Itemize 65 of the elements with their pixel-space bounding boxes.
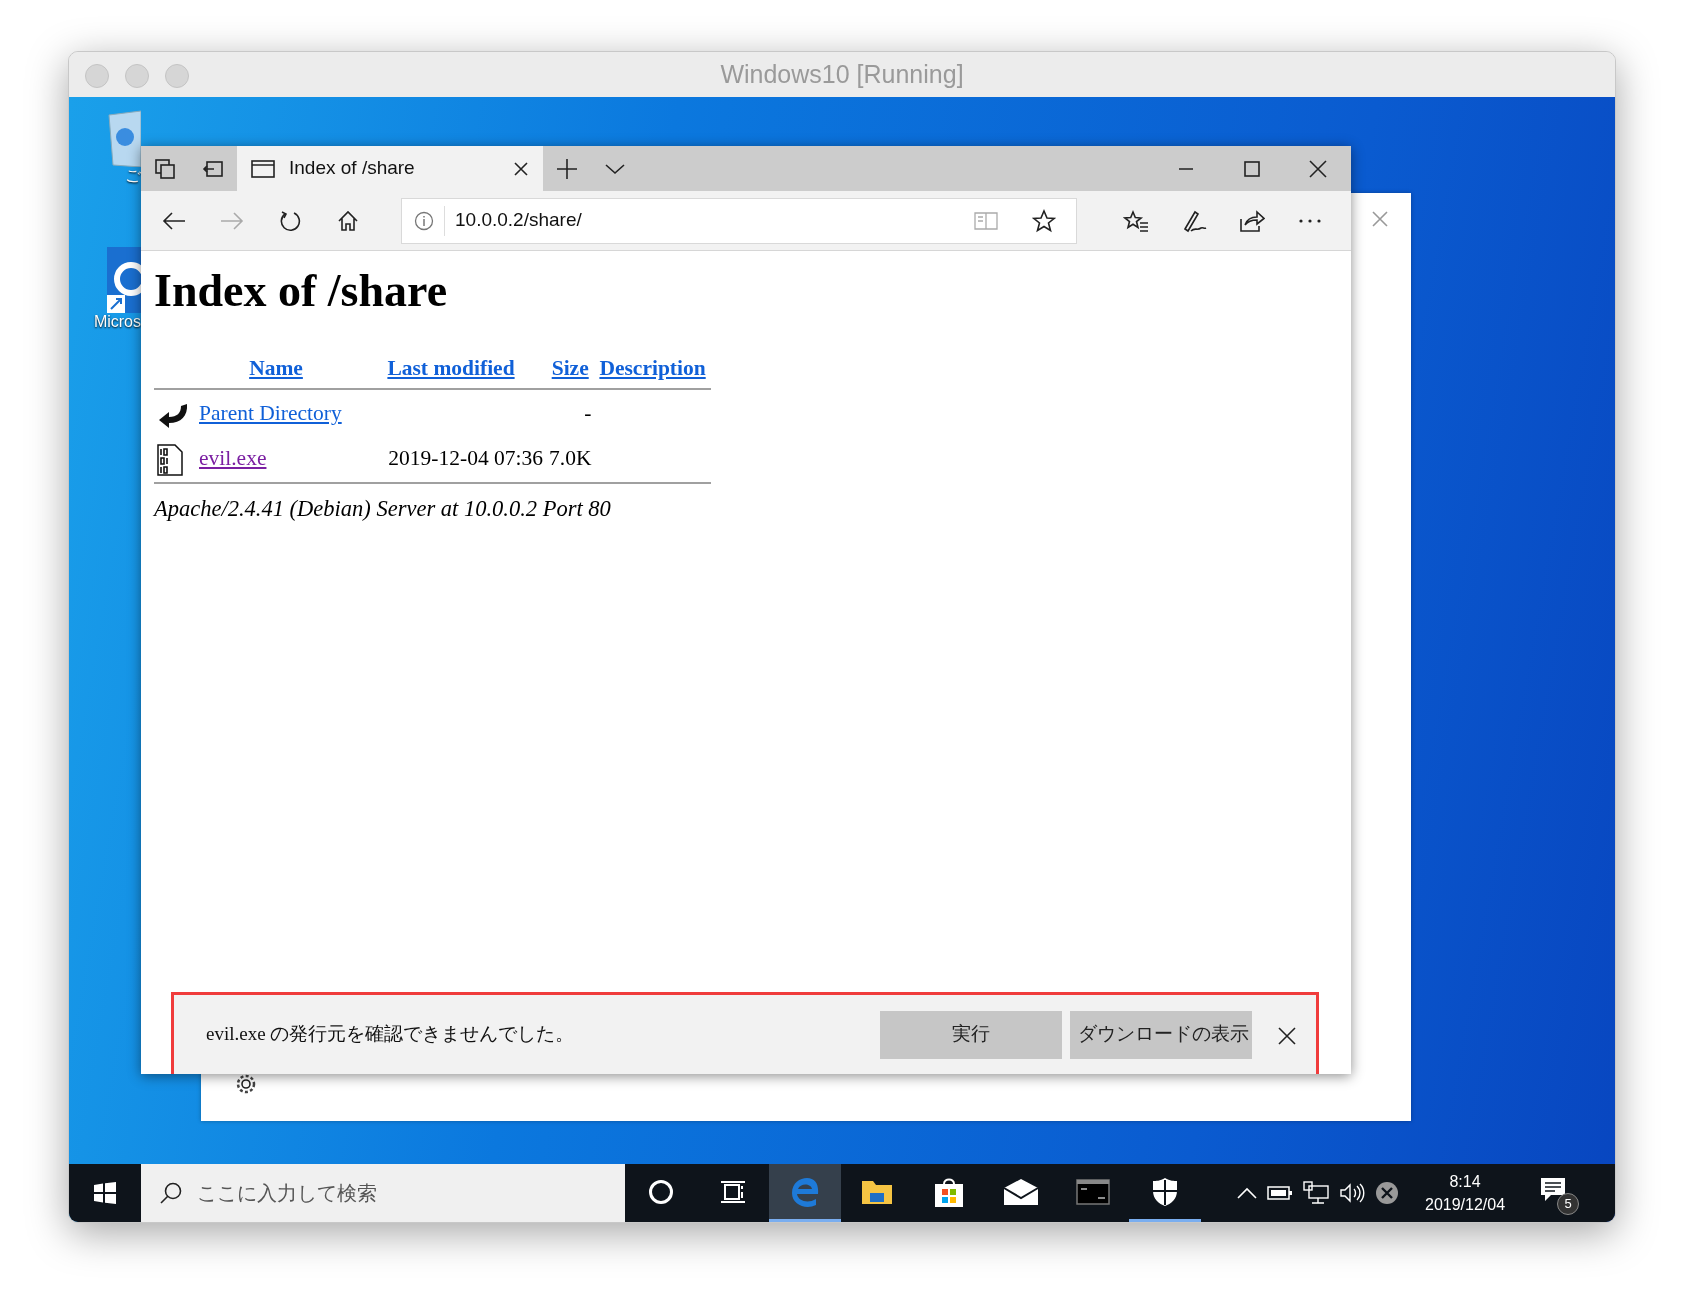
close-icon	[1309, 159, 1327, 178]
address-bar[interactable]: 10.0.0.2/share/	[401, 197, 1077, 244]
chevron-up-icon	[1237, 1187, 1257, 1199]
shield-icon	[1152, 1176, 1178, 1207]
chevron-down-icon	[605, 162, 625, 175]
recycle-bin-icon	[107, 109, 141, 167]
search-icon	[159, 1181, 183, 1205]
column-header-link[interactable]: Last modified	[387, 356, 515, 381]
maximize-icon	[1244, 160, 1260, 177]
close-icon	[513, 160, 529, 177]
download-message: evil.exe の発行元を確認できませんでした。	[206, 1022, 576, 1047]
url-text: 10.0.0.2/share/	[455, 208, 583, 233]
star-icon	[1032, 208, 1056, 233]
battery-button[interactable]	[1267, 1185, 1293, 1201]
browser-tab[interactable]: Index of /share	[237, 146, 543, 191]
view-downloads-button[interactable]: ダウンロードの表示	[1070, 1010, 1252, 1059]
terminal-icon	[1076, 1178, 1110, 1205]
settings-icon	[235, 1072, 257, 1095]
browser-icon	[789, 1175, 821, 1208]
home-icon	[337, 209, 359, 232]
server-signature: Apache/2.4.41 (Debian) Server at 10.0.0.2 Port 80	[154, 494, 612, 523]
envelope-icon	[1003, 1177, 1039, 1206]
error-circle-icon	[1375, 1181, 1399, 1205]
refresh-icon	[279, 209, 301, 232]
stacked-windows-icon	[154, 157, 176, 180]
page-heading: Index of /share	[154, 264, 449, 318]
modified-date: 2019-12-04 07:36	[388, 446, 543, 471]
info-icon	[414, 210, 434, 231]
column-header-link[interactable]: Size	[551, 356, 589, 381]
binary-file-icon	[157, 443, 183, 476]
search-field[interactable]: ここに入力して検索	[141, 1164, 625, 1222]
run-button[interactable]: 実行	[880, 1010, 1062, 1059]
file-size: -	[584, 400, 592, 425]
file-link[interactable]: evil.exe	[199, 446, 267, 471]
notification-count: 5	[1557, 1193, 1580, 1215]
speaker-icon	[1339, 1182, 1365, 1204]
windows-logo-icon	[93, 1181, 117, 1205]
plus-icon	[556, 157, 578, 180]
file-size: 7.0K	[549, 446, 592, 471]
task-view-icon	[720, 1179, 746, 1204]
minimize-icon	[1178, 167, 1194, 170]
share-icon	[1239, 208, 1265, 233]
back-arrow-icon	[162, 210, 186, 231]
forward-arrow-icon	[220, 210, 244, 231]
search-placeholder: ここに入力して検索	[197, 1181, 377, 1206]
clock[interactable]: 8:14 2019/12/04	[1425, 1169, 1506, 1217]
more-icon	[1298, 217, 1322, 224]
file-link[interactable]: Parent Directory	[199, 400, 342, 425]
column-header-link[interactable]: Name	[249, 356, 303, 381]
volume-button[interactable]	[1339, 1182, 1365, 1204]
window-title: Windows10 [Running]	[720, 58, 964, 90]
notification-button[interactable]: 5	[1537, 1171, 1580, 1215]
battery-icon	[1267, 1185, 1293, 1201]
star-list-icon	[1123, 208, 1149, 233]
column-header-link[interactable]: Description	[599, 356, 706, 381]
network-button[interactable]	[1303, 1181, 1329, 1205]
close-icon	[1278, 1026, 1296, 1045]
circle-icon	[648, 1178, 674, 1205]
page-icon	[251, 158, 275, 179]
pen-icon	[1181, 208, 1207, 233]
show-hidden-icons-button[interactable]	[1237, 1187, 1257, 1199]
network-icon	[1303, 1181, 1329, 1205]
book-icon	[974, 210, 998, 231]
status-button[interactable]	[1375, 1181, 1399, 1205]
close-icon	[1371, 209, 1389, 228]
